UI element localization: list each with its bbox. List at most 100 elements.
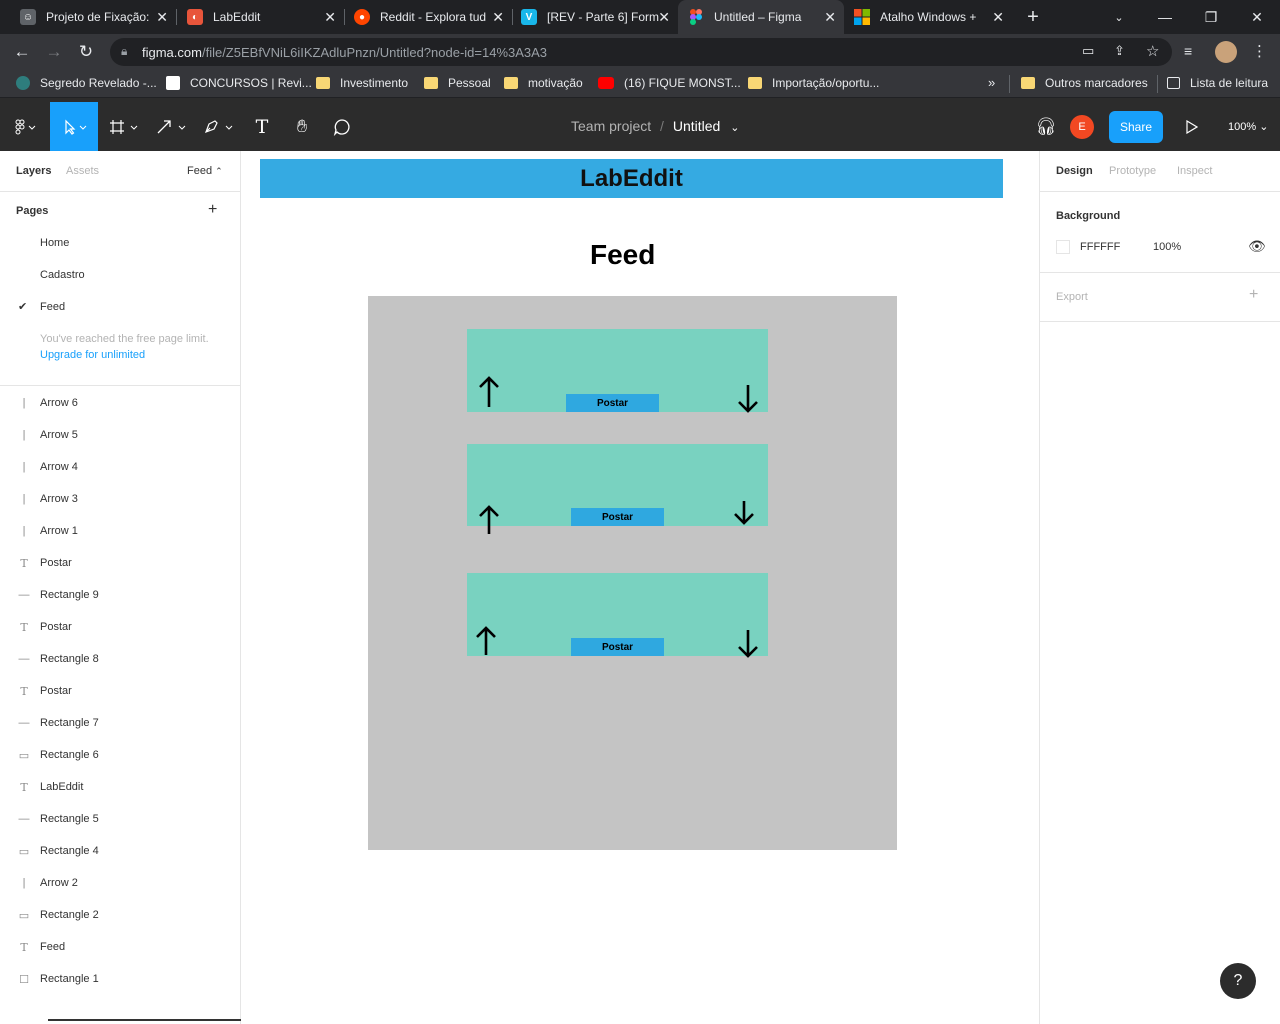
layer-row[interactable]: | Arrow 2 <box>0 867 240 899</box>
avatar[interactable]: E <box>1070 115 1094 139</box>
star-icon[interactable]: ☆ <box>1146 42 1159 60</box>
post-card[interactable]: Postar <box>467 329 768 413</box>
browser-tab-atalho[interactable]: Atalho Windows + ✕ <box>844 0 1012 34</box>
reload-icon[interactable]: ↻ <box>73 39 99 65</box>
close-tab-icon[interactable]: ✕ <box>156 9 168 25</box>
bookmark-item[interactable]: Investimento <box>316 76 408 90</box>
browser-tab-reddit[interactable]: ● Reddit - Explora tud ✕ <box>344 0 512 34</box>
share-button[interactable]: Share <box>1109 111 1163 143</box>
upgrade-link[interactable]: Upgrade for unlimited <box>40 349 145 361</box>
arrow-down-icon[interactable] <box>737 629 759 659</box>
tab-search-icon[interactable]: ⌄ <box>1096 0 1142 34</box>
minimize-button[interactable]: — <box>1142 0 1188 34</box>
bookmark-item[interactable]: Pessoal <box>424 76 491 90</box>
color-swatch[interactable] <box>1056 240 1070 254</box>
browser-tab-labeddit[interactable]: ◐ LabEddit ✕ <box>176 0 344 34</box>
layer-row[interactable]: | Arrow 1 <box>0 515 240 547</box>
chevron-down-icon[interactable]: ⌄ <box>730 122 739 134</box>
clipboard-icon[interactable]: ▭ <box>1082 43 1094 59</box>
more-bookmarks-icon[interactable]: » <box>988 75 995 90</box>
layer-row[interactable]: ☐ Rectangle 1 <box>0 963 240 995</box>
other-bookmarks[interactable]: Outros marcadores <box>1021 76 1148 90</box>
close-window-button[interactable]: ✕ <box>1234 0 1280 34</box>
reading-list[interactable]: Lista de leitura <box>1167 76 1268 90</box>
eye-icon[interactable]: 👁︎ <box>1248 238 1266 255</box>
labeddit-header[interactable]: LabEddit <box>260 159 1003 198</box>
bookmark-item[interactable]: CONCURSOS | Revi... <box>166 76 312 90</box>
postar-button[interactable]: Postar <box>571 638 664 656</box>
frame-tool-icon[interactable] <box>106 102 144 151</box>
bookmark-item[interactable]: motivação <box>504 76 583 90</box>
restore-button[interactable]: ❐ <box>1188 0 1234 34</box>
layer-row[interactable]: ▭ Rectangle 6 <box>0 739 240 771</box>
address-bar[interactable]: 🔒︎ figma.com/file/Z5EBfVNiL6iIKZAdluPnzn… <box>110 38 1172 66</box>
browser-tab-rev[interactable]: V [REV - Parte 6] Form ✕ <box>512 0 678 34</box>
page-item-cadastro[interactable]: Cadastro <box>40 269 85 281</box>
feed-title[interactable]: Feed <box>590 239 655 271</box>
close-tab-icon[interactable]: ✕ <box>658 9 670 25</box>
post-card[interactable]: Postar <box>467 444 768 534</box>
forward-icon[interactable]: → <box>41 39 67 65</box>
layer-row[interactable]: T Postar <box>0 675 240 707</box>
background-hex-input[interactable]: FFFFFF <box>1080 241 1120 253</box>
move-tool-button[interactable] <box>50 102 98 151</box>
layer-row[interactable]: | Arrow 3 <box>0 483 240 515</box>
text-tool-icon[interactable]: T <box>248 102 276 151</box>
layer-row[interactable]: ▭ Rectangle 2 <box>0 899 240 931</box>
add-page-icon[interactable]: + <box>208 201 217 219</box>
tab-layers[interactable]: Layers <box>16 165 51 177</box>
layer-row[interactable]: T Postar <box>0 547 240 579</box>
layer-row[interactable]: | Arrow 6 <box>0 387 240 419</box>
page-selector[interactable]: Feed ⌃ <box>187 165 223 177</box>
tab-prototype[interactable]: Prototype <box>1109 165 1156 177</box>
layer-row[interactable]: T Postar <box>0 611 240 643</box>
arrow-up-icon[interactable] <box>475 626 497 656</box>
tab-design[interactable]: Design <box>1056 165 1093 177</box>
bookmark-item[interactable]: Importação/oportu... <box>748 76 879 90</box>
close-tab-icon[interactable]: ✕ <box>992 9 1004 25</box>
new-tab-button[interactable]: + <box>1010 0 1056 34</box>
layer-row[interactable]: T Feed <box>0 931 240 963</box>
figma-menu-icon[interactable] <box>8 102 44 151</box>
back-icon[interactable]: ← <box>9 39 35 65</box>
help-button[interactable]: ? <box>1220 963 1256 999</box>
post-card[interactable]: Postar <box>467 573 768 659</box>
layer-row[interactable]: — Rectangle 9 <box>0 579 240 611</box>
bookmark-item[interactable]: (16) FIQUE MONST... <box>598 76 741 90</box>
zoom-dropdown[interactable]: 100% ⌄ <box>1228 120 1268 133</box>
media-icon[interactable]: ≡ <box>1184 43 1192 59</box>
scrollbar[interactable] <box>0 1019 392 1024</box>
shape-tool-icon[interactable] <box>154 102 192 151</box>
close-tab-icon[interactable]: ✕ <box>324 9 336 25</box>
headphones-icon[interactable]: 🎧︎ <box>1034 102 1058 151</box>
close-tab-icon[interactable]: ✕ <box>824 9 836 25</box>
tab-inspect[interactable]: Inspect <box>1177 165 1212 177</box>
layer-row[interactable]: — Rectangle 8 <box>0 643 240 675</box>
layer-row[interactable]: ▭ Rectangle 4 <box>0 835 240 867</box>
browser-tab-projeto[interactable]: ☺ Projeto de Fixação: ✕ <box>8 0 176 34</box>
avatar[interactable] <box>1215 41 1237 63</box>
hand-tool-icon[interactable]: ✋︎ <box>288 102 316 151</box>
file-name[interactable]: Untitled <box>673 118 720 134</box>
present-icon[interactable] <box>1180 102 1204 151</box>
postar-button[interactable]: Postar <box>571 508 664 526</box>
page-item-feed[interactable]: Feed <box>40 301 65 313</box>
pen-tool-icon[interactable] <box>200 102 240 151</box>
chrome-menu-icon[interactable]: ⋮ <box>1252 42 1267 60</box>
background-opacity-input[interactable]: 100% <box>1153 241 1181 253</box>
layer-row[interactable]: — Rectangle 5 <box>0 803 240 835</box>
layer-row[interactable]: | Arrow 5 <box>0 419 240 451</box>
layer-row[interactable]: — Rectangle 7 <box>0 707 240 739</box>
postar-button[interactable]: Postar <box>566 394 659 412</box>
arrow-down-icon[interactable] <box>733 500 755 526</box>
arrow-up-icon[interactable] <box>478 376 500 408</box>
page-item-home[interactable]: Home <box>40 237 69 249</box>
browser-tab-figma[interactable]: Untitled – Figma ✕ <box>678 0 844 34</box>
bookmark-item[interactable]: Segredo Revelado -... <box>16 76 157 90</box>
arrow-up-icon[interactable] <box>478 505 500 535</box>
project-name[interactable]: Team project <box>571 118 651 134</box>
design-canvas[interactable]: LabEddit Feed Postar Postar Postar <box>241 151 1039 1024</box>
close-tab-icon[interactable]: ✕ <box>492 9 504 25</box>
feed-frame[interactable]: Postar Postar Postar <box>368 296 897 850</box>
layer-row[interactable]: | Arrow 4 <box>0 451 240 483</box>
